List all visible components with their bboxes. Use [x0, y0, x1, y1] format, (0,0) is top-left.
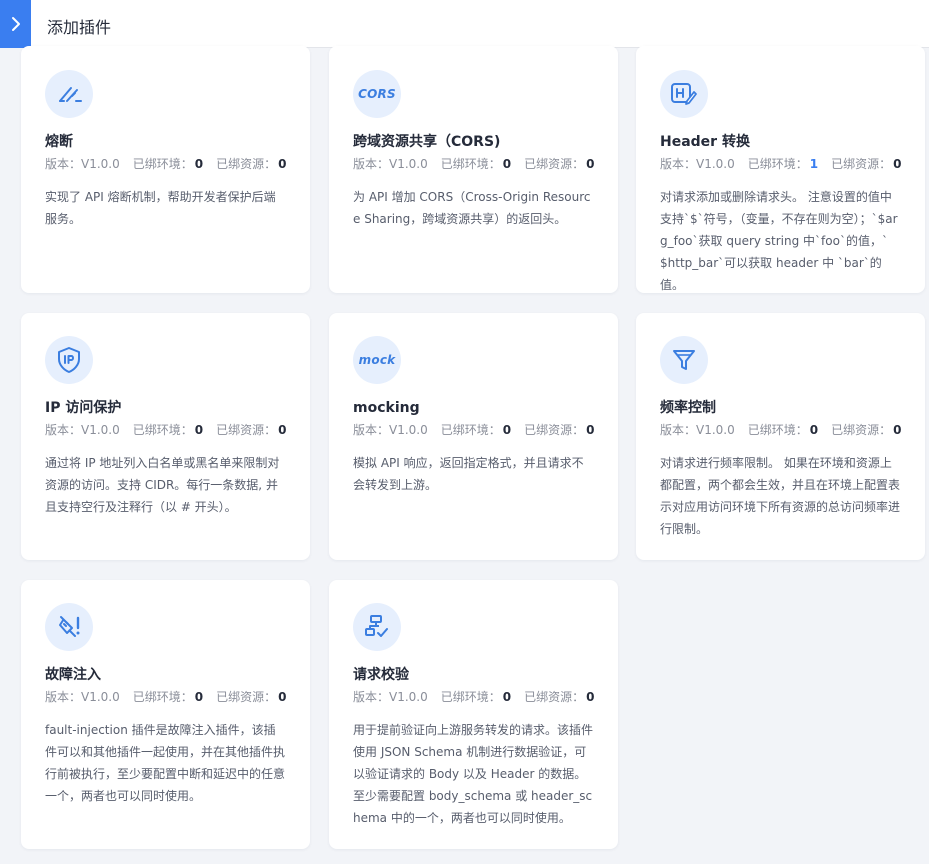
- res-label: 已绑资源：: [524, 690, 585, 704]
- res-label: 已绑资源：: [524, 157, 585, 171]
- sidebar-toggle-button[interactable]: [0, 0, 31, 48]
- top-bar: 添加插件: [0, 0, 929, 48]
- mock-icon: mock: [353, 336, 401, 384]
- plugin-meta: 版本：V1.0.0 已绑环境： 1 已绑资源： 0: [660, 157, 902, 171]
- version-value: V1.0.0: [389, 157, 428, 171]
- res-count: 0: [893, 423, 902, 437]
- res-label: 已绑资源：: [216, 157, 277, 171]
- plugin-description: 实现了 API 熔断机制，帮助开发者保护后端服务。: [45, 190, 276, 226]
- res-label: 已绑资源：: [524, 423, 585, 437]
- cors-icon: CORS: [353, 70, 401, 118]
- circuit-breaker-icon: [45, 70, 93, 118]
- version-label: 版本：: [353, 690, 390, 704]
- env-label: 已绑环境：: [440, 157, 501, 171]
- env-label: 已绑环境：: [132, 423, 193, 437]
- plugin-meta: 版本：V1.0.0 已绑环境： 0 已绑资源： 0: [45, 690, 287, 704]
- plugin-card-circuit-breaker[interactable]: 熔断 版本：V1.0.0 已绑环境： 0 已绑资源： 0 实现了 API 熔断机制，帮助…: [21, 46, 310, 293]
- icon-text: mock: [358, 353, 396, 367]
- env-count: 0: [194, 690, 204, 704]
- res-label: 已绑资源：: [216, 423, 277, 437]
- version-label: 版本：: [45, 690, 82, 704]
- icon-text: CORS: [358, 87, 396, 101]
- env-count: 0: [809, 423, 819, 437]
- plugin-title: IP 访问保护: [45, 400, 122, 416]
- header-icon: [660, 70, 708, 118]
- res-count: 0: [278, 157, 287, 171]
- plugin-title: 请求校验: [353, 667, 409, 683]
- plugin-card-header-transform[interactable]: Header 转换 版本：V1.0.0 已绑环境： 1 已绑资源： 0 对请求添加或删除…: [636, 46, 925, 293]
- version-value: V1.0.0: [81, 690, 120, 704]
- version-value: V1.0.0: [696, 423, 735, 437]
- plugin-description: 对请求进行频率限制。 如果在环境和资源上都配置，两个都会生效，并且在环境上配置表…: [660, 456, 901, 536]
- plugin-title: 熔断: [45, 134, 73, 150]
- version-label: 版本：: [353, 157, 390, 171]
- plugin-meta: 版本：V1.0.0 已绑环境： 0 已绑资源： 0: [660, 423, 902, 437]
- page-title: 添加插件: [47, 18, 112, 37]
- res-count: 0: [586, 690, 595, 704]
- plugin-title: 故障注入: [45, 667, 101, 683]
- chevron-right-icon: [11, 17, 20, 31]
- plugin-description: fault-injection 插件是故障注入插件，该插件可以和其他插件一起使用…: [45, 723, 286, 803]
- res-count: 0: [586, 157, 595, 171]
- plugin-description: 通过将 IP 地址列入白名单或黑名单来限制对资源的访问。支持 CIDR。每行一条…: [45, 456, 280, 514]
- env-label: 已绑环境：: [747, 157, 808, 171]
- plugin-card-mocking[interactable]: mock mocking 版本：V1.0.0 已绑环境： 0 已绑资源： 0 模拟 AP…: [329, 313, 618, 560]
- version-value: V1.0.0: [696, 157, 735, 171]
- env-count: 1: [809, 157, 819, 171]
- plugin-meta: 版本：V1.0.0 已绑环境： 0 已绑资源： 0: [353, 423, 595, 437]
- plugin-title: mocking: [353, 400, 420, 416]
- env-count: 0: [502, 690, 512, 704]
- version-label: 版本：: [660, 157, 697, 171]
- filter-icon: [660, 336, 708, 384]
- plugin-meta: 版本：V1.0.0 已绑环境： 0 已绑资源： 0: [353, 690, 595, 704]
- plugin-card-rate-limit[interactable]: 频率控制 版本：V1.0.0 已绑环境： 0 已绑资源： 0 对请求进行频率限制。 如果…: [636, 313, 925, 560]
- res-count: 0: [586, 423, 595, 437]
- version-value: V1.0.0: [81, 157, 120, 171]
- env-label: 已绑环境：: [440, 690, 501, 704]
- request-validation-icon: [353, 603, 401, 651]
- res-label: 已绑资源：: [831, 423, 892, 437]
- env-label: 已绑环境：: [132, 690, 193, 704]
- env-count: 0: [502, 157, 512, 171]
- plugin-meta: 版本：V1.0.0 已绑环境： 0 已绑资源： 0: [45, 423, 287, 437]
- version-value: V1.0.0: [389, 690, 428, 704]
- version-value: V1.0.0: [389, 423, 428, 437]
- plugin-card-cors[interactable]: CORS 跨域资源共享（CORS) 版本：V1.0.0 已绑环境： 0 已绑资源： 0 …: [329, 46, 618, 293]
- syringe-icon: [45, 603, 93, 651]
- plugin-card-fault-injection[interactable]: 故障注入 版本：V1.0.0 已绑环境： 0 已绑资源： 0 fault-injecti…: [21, 580, 310, 849]
- res-label: 已绑资源：: [831, 157, 892, 171]
- env-label: 已绑环境：: [747, 423, 808, 437]
- version-label: 版本：: [45, 423, 82, 437]
- plugin-description: 对请求添加或删除请求头。 注意设置的值中支持`$`符号，（变量，不存在则为空）；…: [660, 190, 898, 292]
- plugin-card-ip-protection[interactable]: IP 访问保护 版本：V1.0.0 已绑环境： 0 已绑资源： 0 通过将 IP 地址列…: [21, 313, 310, 560]
- env-label: 已绑环境：: [440, 423, 501, 437]
- plugin-title: 跨域资源共享（CORS): [353, 134, 501, 150]
- env-count: 0: [194, 157, 204, 171]
- res-label: 已绑资源：: [216, 690, 277, 704]
- res-count: 0: [278, 690, 287, 704]
- plugin-card-request-validation[interactable]: 请求校验 版本：V1.0.0 已绑环境： 0 已绑资源： 0 用于提前验证向上游服务转发…: [329, 580, 618, 849]
- plugin-description: 模拟 API 响应，返回指定格式，并且请求不会转发到上游。: [353, 456, 584, 492]
- env-count: 0: [502, 423, 512, 437]
- plugin-meta: 版本：V1.0.0 已绑环境： 0 已绑资源： 0: [353, 157, 595, 171]
- plugin-description: 为 API 增加 CORS（Cross-Origin Resource Shar…: [353, 190, 591, 226]
- plugin-title: 频率控制: [660, 400, 716, 416]
- plugin-meta: 版本：V1.0.0 已绑环境： 0 已绑资源： 0: [45, 157, 287, 171]
- version-label: 版本：: [660, 423, 697, 437]
- plugin-title: Header 转换: [660, 134, 750, 150]
- version-label: 版本：: [45, 157, 82, 171]
- version-label: 版本：: [353, 423, 390, 437]
- res-count: 0: [278, 423, 287, 437]
- version-value: V1.0.0: [81, 423, 120, 437]
- env-label: 已绑环境：: [132, 157, 193, 171]
- plugin-description: 用于提前验证向上游服务转发的请求。该插件使用 JSON Schema 机制进行数…: [353, 723, 594, 825]
- env-count: 0: [194, 423, 204, 437]
- res-count: 0: [893, 157, 902, 171]
- ip-shield-icon: [45, 336, 93, 384]
